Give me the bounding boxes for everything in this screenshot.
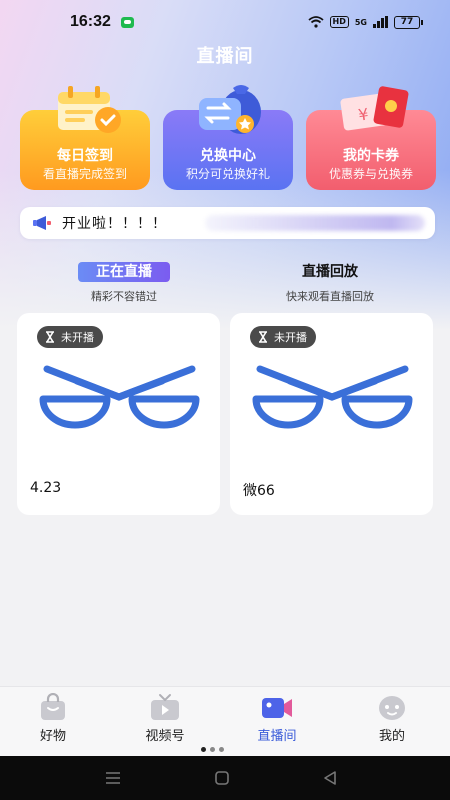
nav-item-live[interactable]: 直播间 bbox=[232, 693, 322, 744]
megaphone-icon bbox=[33, 216, 51, 230]
signal-icon bbox=[373, 16, 388, 28]
home-icon[interactable] bbox=[212, 768, 232, 788]
system-nav-bar bbox=[0, 756, 450, 800]
notice-glow bbox=[205, 215, 425, 231]
exchange-bag-icon bbox=[199, 85, 261, 134]
calendar-check-icon bbox=[58, 86, 121, 133]
daily-checkin-card[interactable]: 每日签到 看直播完成签到 bbox=[20, 86, 150, 190]
coupon-envelope-icon: ¥ bbox=[340, 86, 409, 131]
notice-bar[interactable]: 开业啦！！！！ bbox=[20, 207, 435, 239]
live-room-card[interactable]: 未开播 4.23 bbox=[17, 313, 220, 515]
live-status-badge: 未开播 bbox=[37, 326, 103, 348]
notice-text: 开业啦！！！！ bbox=[62, 216, 167, 232]
hd-badge: HD bbox=[329, 16, 349, 28]
coupons-subtitle: 优惠券与兑换券 bbox=[328, 167, 413, 181]
status-indicators: HD 5G 77 bbox=[307, 15, 423, 29]
glasses-logo-icon bbox=[252, 365, 413, 429]
status-bar: 16:32 HD 5G 77 bbox=[0, 0, 450, 44]
hourglass-icon bbox=[259, 331, 267, 343]
live-status-badge: 未开播 bbox=[250, 326, 316, 348]
back-icon[interactable] bbox=[320, 768, 340, 788]
tab-live-now[interactable]: 正在直播 精彩不容错过 bbox=[78, 262, 170, 304]
live-room-card[interactable]: 未开播 微66 bbox=[230, 313, 433, 515]
nav-label-video: 视频号 bbox=[145, 729, 185, 744]
live-status-text: 未开播 bbox=[274, 331, 307, 344]
tab-replay[interactable]: 直播回放 快来观看直播回放 bbox=[265, 262, 395, 304]
hero-fade bbox=[0, 170, 450, 330]
shopping-bag-icon bbox=[41, 693, 65, 720]
status-time: 16:32 bbox=[70, 13, 111, 30]
tab-live-title: 正在直播 bbox=[78, 262, 170, 282]
pager-dots bbox=[201, 747, 224, 752]
live-room-name: 4.23 bbox=[30, 480, 62, 496]
live-room-name: 微66 bbox=[243, 483, 275, 499]
glasses-logo-icon bbox=[39, 365, 200, 429]
exchange-center-card[interactable]: 兑换中心 积分可兑换好礼 bbox=[163, 85, 293, 190]
nav-label-mine: 我的 bbox=[378, 729, 405, 744]
wifi-icon bbox=[307, 16, 324, 28]
battery-icon: 77 bbox=[394, 15, 423, 29]
tab-replay-title: 直播回放 bbox=[302, 264, 358, 280]
checkin-title: 每日签到 bbox=[57, 148, 113, 164]
live-status-text: 未开播 bbox=[61, 331, 94, 344]
hourglass-icon bbox=[46, 331, 54, 343]
live-camera-icon bbox=[262, 698, 292, 718]
network-type: 5G bbox=[354, 17, 367, 27]
page-title: 直播间 bbox=[196, 46, 254, 67]
menu-icon[interactable] bbox=[103, 768, 123, 788]
tv-play-icon bbox=[151, 694, 179, 720]
exchange-title: 兑换中心 bbox=[200, 148, 256, 164]
coupons-title: 我的卡券 bbox=[343, 148, 399, 164]
tab-live-subtitle: 精彩不容错过 bbox=[91, 290, 157, 303]
nav-item-goods[interactable]: 好物 bbox=[8, 693, 98, 744]
nav-label-goods: 好物 bbox=[39, 729, 66, 744]
wechat-notification-icon bbox=[120, 16, 134, 28]
profile-face-icon bbox=[379, 696, 405, 720]
checkin-subtitle: 看直播完成签到 bbox=[42, 167, 127, 181]
nav-item-video[interactable]: 视频号 bbox=[120, 693, 210, 744]
exchange-subtitle: 积分可兑换好礼 bbox=[185, 167, 270, 181]
nav-item-mine[interactable]: 我的 bbox=[347, 693, 437, 744]
tab-replay-subtitle: 快来观看直播回放 bbox=[286, 290, 374, 303]
nav-label-live: 直播间 bbox=[257, 729, 297, 744]
my-coupons-card[interactable]: ¥ 我的卡券 优惠券与兑换券 bbox=[306, 86, 436, 190]
bottom-nav: 好物 视频号 直播间 我的 bbox=[0, 686, 450, 756]
